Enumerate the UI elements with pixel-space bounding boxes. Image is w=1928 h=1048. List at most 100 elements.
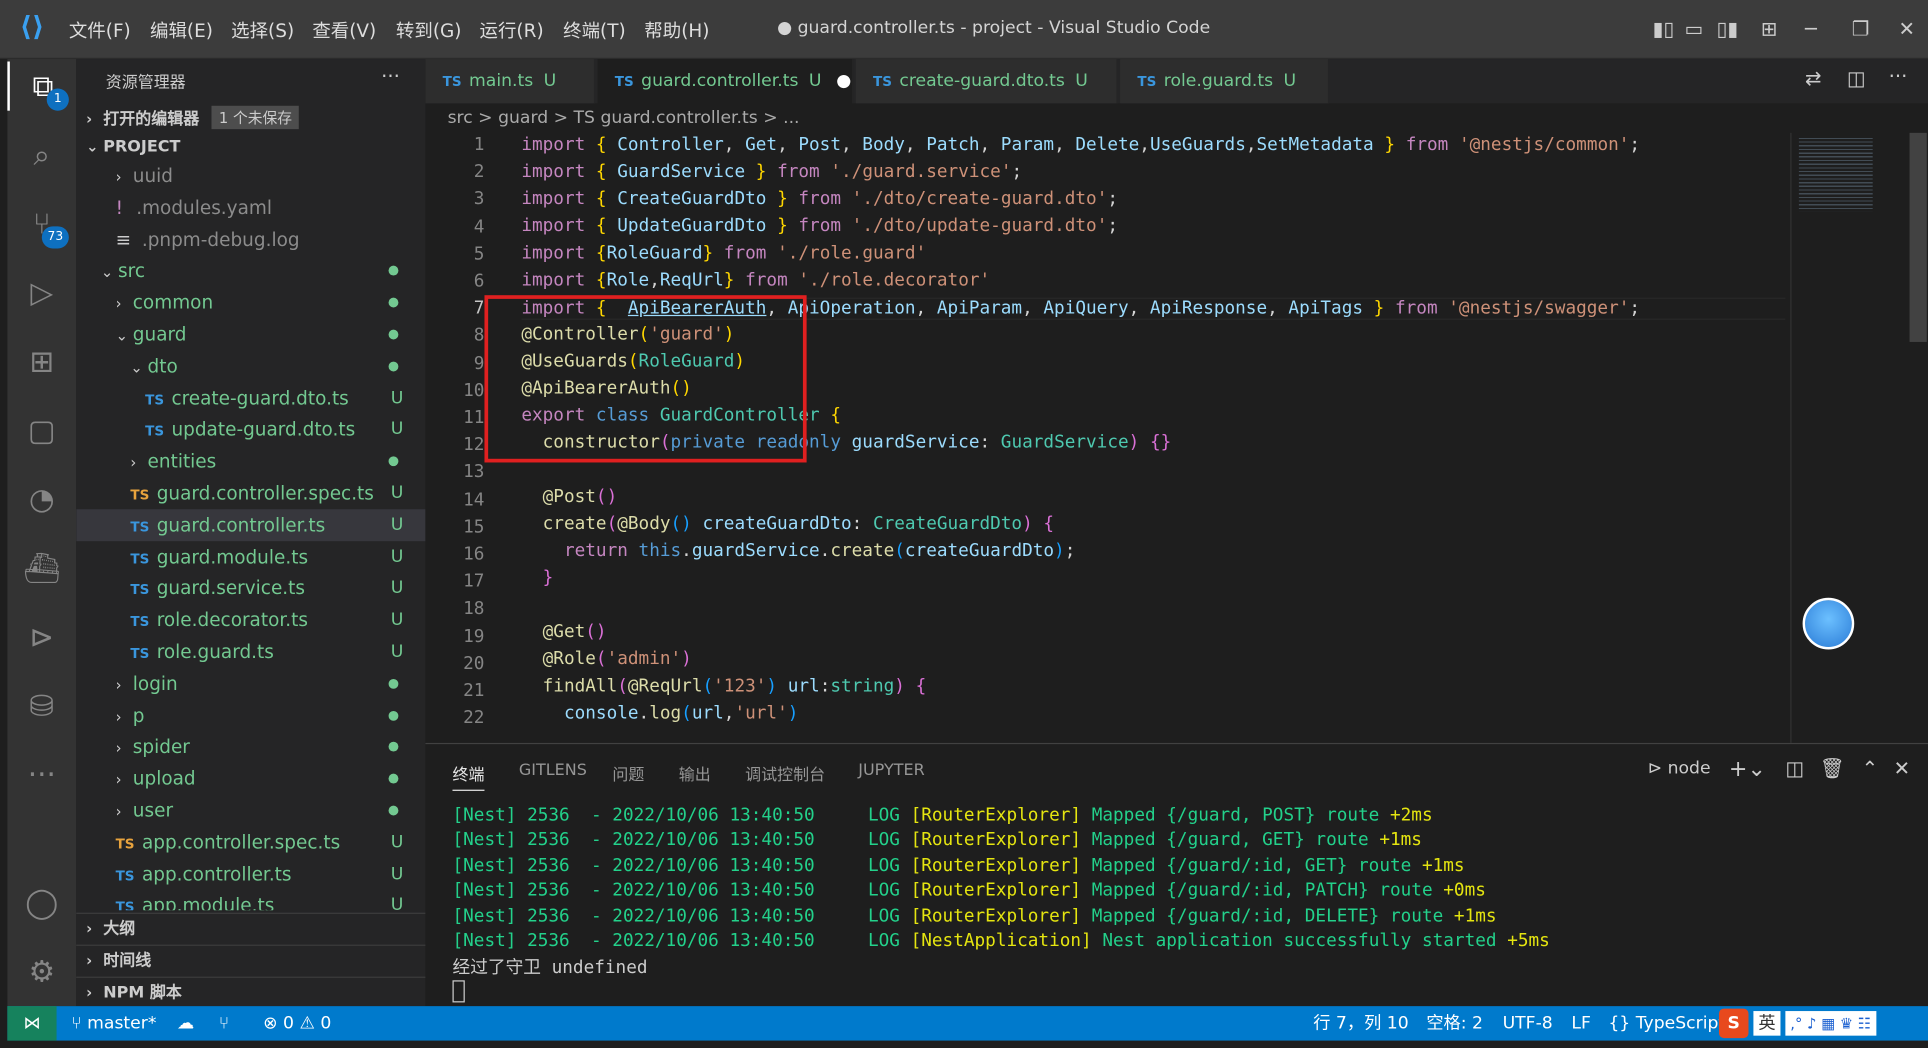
timeline-section[interactable]: › 时间线 [76,944,426,975]
more-actions-button[interactable]: ··· [381,64,400,87]
file-tree-item[interactable]: TS role.decorator.ts U [76,604,425,636]
maximize-panel-icon[interactable]: ⌃ [1862,756,1878,779]
menu-item[interactable]: 终端(T) [563,17,626,43]
new-terminal-icon[interactable]: +⌄ [1729,756,1766,782]
more-icon[interactable]: ··· [7,750,76,799]
typescript-file-icon: TS [873,73,892,90]
split-editor-icon[interactable]: ◫ [1847,66,1866,89]
split-terminal-icon[interactable]: ◫ [1785,756,1804,779]
file-tree-item[interactable]: TS app.controller.spec.ts U [76,826,425,858]
panel-tab[interactable]: 终端 [452,761,485,791]
editor-tab[interactable]: TS guard.controller.ts U ● [597,59,854,104]
file-tree-item[interactable]: › upload [76,763,425,795]
explorer-sidebar: 资源管理器 ··· › 打开的编辑器 1 个未保存 ⌄ PROJECT › uuid!… [76,59,426,1007]
highlight-annotation-box [484,295,807,463]
restore-button[interactable]: ❐ [1852,17,1870,40]
compare-icon[interactable]: ⇄ [1805,66,1821,89]
file-tree-item[interactable]: TS guard.module.ts U [76,541,425,573]
customize-layout-icon[interactable]: ⊞ [1761,17,1777,40]
menu-item[interactable]: 文件(F) [69,17,131,43]
close-button[interactable]: ✕ [1899,17,1915,40]
line-number: 10 [463,381,485,401]
file-tree-item[interactable]: › login [76,668,425,700]
sync-icon[interactable]: ☁ [177,1006,194,1040]
file-tree-item[interactable]: › p [76,699,425,731]
file-tree-item[interactable]: ⌄ guard [76,319,425,351]
file-tree-item[interactable]: › spider [76,731,425,763]
trash-icon[interactable]: 🗑 [1820,756,1845,779]
file-tree-item[interactable]: TS app.controller.ts U [76,858,425,890]
account-icon[interactable]: ◯ [7,878,76,927]
indentation[interactable]: 空格: 2 [1426,1006,1483,1040]
minimap[interactable] [1790,132,1928,743]
file-tree-item[interactable]: ! .modules.yaml [76,192,425,224]
file-tree-item[interactable]: TS guard.service.ts U [76,572,425,604]
npm-scripts-section[interactable]: › NPM 脚本 [76,976,426,1007]
run-debug-icon[interactable]: ▷ [7,268,76,317]
file-tree-item[interactable]: TS create-guard.dto.ts U [76,382,425,414]
git-graph-icon[interactable]: ◔ [7,475,76,524]
terminal-shell-selector[interactable]: ⊳ node [1648,759,1711,779]
menu-item[interactable]: 转到(G) [396,17,462,43]
file-tree-item[interactable]: › entities [76,445,425,477]
file-tree-item[interactable]: TS guard.controller.ts U [76,508,426,541]
ime-logo-icon[interactable]: S [1718,1008,1749,1039]
toggle-panel-icon[interactable]: ▭ [1685,17,1704,40]
file-tree-label: guard [132,323,187,346]
editor-tab[interactable]: TS main.ts U [425,59,596,104]
menu-item[interactable]: 帮助(H) [644,17,709,43]
panel-tab[interactable]: 调试控制台 [745,761,825,784]
git-graph-status-icon[interactable]: ⑂ [219,1006,229,1040]
unsaved-dot-icon[interactable]: ● [836,71,851,91]
toggle-sidebar-icon[interactable]: ▮▯ [1653,17,1675,40]
file-tree-item[interactable]: TS update-guard.dto.ts U [76,414,425,446]
language-mode[interactable]: {} TypeScript [1608,1006,1725,1040]
ime-toolbar-icons[interactable]: ,° ♪ ▦ ♛ ☷ [1785,1011,1876,1036]
branch-status[interactable]: ⑂ master* [71,1006,156,1040]
toggle-secondary-icon[interactable]: ▯▮ [1717,17,1739,40]
breadcrumb[interactable]: src > guard > TS guard.controller.ts > .… [425,103,1928,133]
file-tree-item[interactable]: › user [76,795,425,827]
minimize-button[interactable]: ─ [1805,17,1817,40]
menu-item[interactable]: 运行(R) [480,17,544,43]
editor-tab[interactable]: TS create-guard.dto.ts U [855,59,1118,104]
menu-item[interactable]: 选择(S) [231,17,294,43]
outline-section[interactable]: › 大纲 [76,912,426,943]
editor-tab[interactable]: TS role.guard.ts U [1120,59,1330,104]
file-tree-item[interactable]: TS app.module.ts U [76,890,425,911]
close-panel-icon[interactable]: ✕ [1894,756,1910,779]
file-tree-item[interactable]: ⌄ src [76,255,425,287]
file-tree-item[interactable]: TS guard.controller.spec.ts U [76,477,425,509]
floating-assistant-icon[interactable] [1802,597,1855,650]
menu-item[interactable]: 查看(V) [312,17,376,43]
settings-gear-icon[interactable]: ⚙ [7,947,76,996]
file-tree-item[interactable]: › common [76,287,425,319]
project-section[interactable]: ⌄ PROJECT [86,138,180,156]
ime-mode[interactable]: 英 [1753,1011,1781,1036]
remote-icon[interactable]: ⋈ [7,1006,57,1041]
panel-tab[interactable]: 输出 [679,761,711,784]
database-icon[interactable]: ⛁ [7,681,76,730]
open-editors-section[interactable]: › 打开的编辑器 [86,106,199,129]
remote-explorer-icon[interactable]: ▢ [7,406,76,455]
cursor-position[interactable]: 行 7，列 10 [1313,1006,1408,1040]
panel-tab[interactable]: GITLENS [519,761,587,779]
terminal-log-line: [Nest] 2536 - 2022/10/06 13:40:50 LOG [R… [452,806,1432,826]
eol[interactable]: LF [1571,1006,1591,1040]
extensions-icon[interactable]: ⊞ [7,337,76,386]
file-tree-item[interactable]: ≡ .pnpm-debug.log [76,223,425,255]
file-tree-item[interactable]: ⌄ dto [76,350,425,382]
editor-more-icon[interactable]: ··· [1889,64,1908,87]
encoding[interactable]: UTF-8 [1503,1006,1553,1040]
panel-tab[interactable]: 问题 [612,761,644,784]
terminal-icon[interactable]: ⊳ [7,613,76,662]
search-icon[interactable]: ⌕ [7,130,76,179]
problems-status[interactable]: ⊗ 0 ⚠ 0 [263,1006,331,1040]
panel-tab[interactable]: JUPYTER [858,761,924,779]
menu-item[interactable]: 编辑(E) [150,17,213,43]
line-number: 1 [473,135,485,155]
file-tree-item[interactable]: TS role.guard.ts U [76,636,425,668]
docker-icon[interactable]: ⛴ [7,544,76,593]
project-label: PROJECT [103,137,181,157]
file-tree-item[interactable]: › uuid [76,160,425,192]
